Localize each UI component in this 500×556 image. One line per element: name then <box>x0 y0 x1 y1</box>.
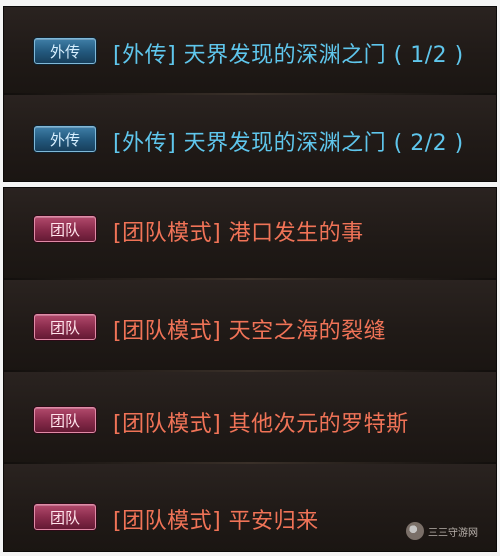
quest-title: [团队模式] 天空之海的裂缝 <box>113 319 387 344</box>
quest-row-raid-1[interactable]: 团队 [团队模式] 港口发生的事 <box>4 188 496 280</box>
raid-quest-panel: 团队 [团队模式] 港口发生的事 团队 [团队模式] 天空之海的裂缝 团队 [团… <box>3 187 497 552</box>
site-watermark: 三三守游网 <box>406 521 488 541</box>
watermark-text: 三三守游网 <box>428 527 478 539</box>
raid-badge: 团队 <box>34 314 96 340</box>
quest-title: [外传] 天界发现的深渊之门 ( 1/2 ) <box>113 43 464 68</box>
quest-title: [团队模式] 港口发生的事 <box>113 221 364 246</box>
side-story-quest-panel: 外传 [外传] 天界发现的深渊之门 ( 1/2 ) 外传 [外传] 天界发现的深… <box>3 6 497 182</box>
side-story-badge: 外传 <box>34 126 96 152</box>
raid-badge: 团队 <box>34 216 96 242</box>
quest-row-raid-2[interactable]: 团队 [团队模式] 天空之海的裂缝 <box>4 280 496 372</box>
raid-badge: 团队 <box>34 504 96 530</box>
quest-title: [团队模式] 平安归来 <box>113 509 319 534</box>
side-story-badge: 外传 <box>34 38 96 64</box>
quest-title: [外传] 天界发现的深渊之门 ( 2/2 ) <box>113 131 464 156</box>
quest-title: [团队模式] 其他次元的罗特斯 <box>113 412 409 437</box>
raid-badge: 团队 <box>34 407 96 433</box>
watermark-logo-icon <box>406 522 424 540</box>
quest-row-side-story-2[interactable]: 外传 [外传] 天界发现的深渊之门 ( 2/2 ) <box>4 95 496 181</box>
quest-row-raid-3[interactable]: 团队 [团队模式] 其他次元的罗特斯 <box>4 372 496 464</box>
quest-row-side-story-1[interactable]: 外传 [外传] 天界发现的深渊之门 ( 1/2 ) <box>4 7 496 95</box>
